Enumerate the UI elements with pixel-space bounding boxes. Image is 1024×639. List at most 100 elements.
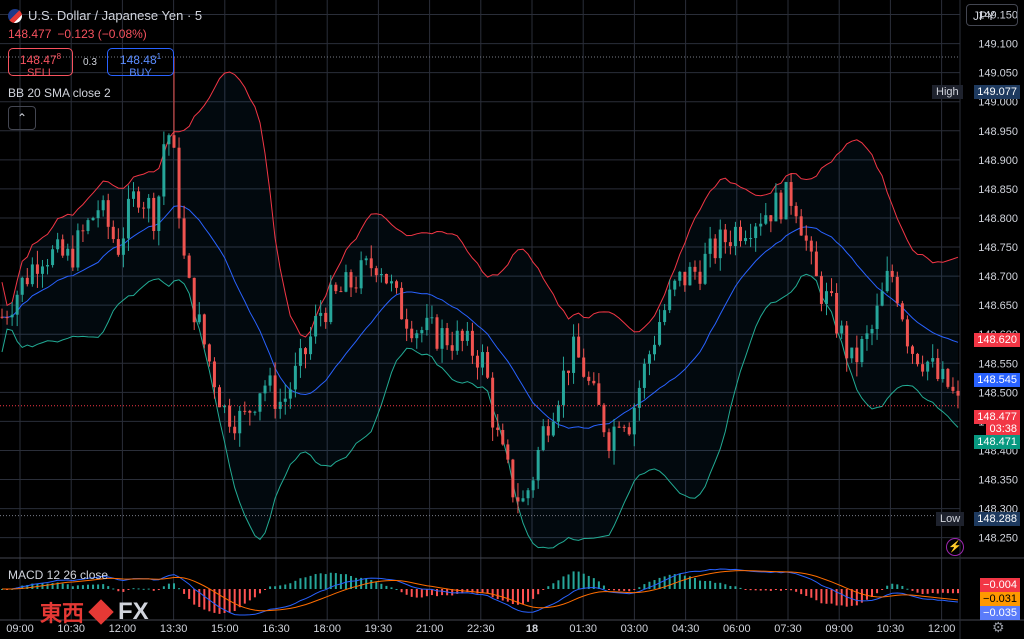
candle-body bbox=[738, 226, 742, 242]
candle-body bbox=[314, 315, 318, 337]
candle-body bbox=[607, 432, 611, 451]
candle-body bbox=[76, 230, 80, 268]
y-tick-label: 148.500 bbox=[978, 387, 1018, 399]
candle-body bbox=[895, 276, 899, 304]
macd-hist-bar bbox=[881, 589, 884, 590]
candle-body bbox=[415, 333, 419, 339]
macd-hist-bar bbox=[167, 583, 170, 589]
candle-body bbox=[860, 338, 864, 363]
candle-body bbox=[25, 277, 29, 285]
macd-hist-bar bbox=[744, 589, 747, 590]
candle-body bbox=[663, 310, 667, 323]
macd-hist-bar bbox=[405, 589, 408, 595]
candle-body bbox=[718, 229, 722, 259]
macd-hist-bar bbox=[820, 589, 823, 604]
sell-button[interactable]: 148.478 SELL bbox=[8, 48, 73, 79]
candle-body bbox=[931, 358, 935, 362]
macd-hist-bar bbox=[506, 589, 509, 602]
candle-body bbox=[405, 319, 409, 329]
macd-hist-bar bbox=[810, 589, 813, 598]
gear-icon[interactable]: ⚙ bbox=[992, 619, 1005, 636]
symbol-header: U.S. Dollar / Japanese Yen · 5 bbox=[8, 8, 202, 23]
candle-body bbox=[142, 207, 146, 209]
candle-body bbox=[688, 266, 692, 286]
candle-body bbox=[258, 393, 262, 412]
y-tick-label: 148.350 bbox=[978, 475, 1018, 487]
candle-body bbox=[683, 271, 687, 286]
candle-body bbox=[111, 226, 115, 240]
macd-hist-bar bbox=[683, 575, 686, 589]
macd-hist-bar bbox=[491, 589, 494, 598]
macd-hist-bar bbox=[107, 586, 110, 589]
candle-body bbox=[880, 291, 884, 306]
candle-body bbox=[40, 266, 44, 274]
candle-body bbox=[551, 421, 555, 436]
candle-body bbox=[410, 328, 414, 339]
candle-body bbox=[577, 336, 581, 358]
candle-body bbox=[668, 289, 672, 311]
x-tick-label: 15:00 bbox=[211, 623, 239, 635]
candle-body bbox=[400, 287, 404, 320]
candle-body bbox=[632, 407, 636, 435]
macd-hist-bar bbox=[511, 589, 514, 605]
buy-label: BUY bbox=[129, 67, 152, 79]
macd-hist-bar bbox=[162, 586, 165, 589]
chevron-up-icon[interactable]: ⌃ bbox=[8, 106, 36, 130]
currency-selector[interactable]: JPY bbox=[966, 4, 1018, 26]
candle-body bbox=[324, 312, 328, 323]
x-tick-label: 10:30 bbox=[877, 623, 905, 635]
sell-label: SELL bbox=[27, 67, 54, 79]
candle-body bbox=[698, 271, 702, 284]
candle-body bbox=[749, 238, 753, 240]
candle-body bbox=[799, 216, 803, 236]
bolt-icon[interactable]: ⚡ bbox=[946, 538, 964, 556]
candle-body bbox=[420, 330, 424, 334]
candle-body bbox=[774, 192, 778, 222]
symbol-title: U.S. Dollar / Japanese Yen · 5 bbox=[28, 8, 203, 23]
macd-hist-bar bbox=[916, 589, 919, 593]
candle-body bbox=[455, 330, 459, 351]
macd-hist-bar bbox=[76, 585, 79, 589]
macd-hist-bar bbox=[628, 589, 631, 592]
macd-hist-bar bbox=[294, 580, 297, 589]
candle-body bbox=[96, 210, 100, 219]
macd-hist-bar bbox=[309, 575, 312, 589]
candle-body bbox=[921, 364, 925, 372]
bb-indicator-label[interactable]: BB 20 SMA close 2 bbox=[8, 86, 111, 100]
candle-body bbox=[86, 220, 90, 231]
macd-indicator-label[interactable]: MACD 12 26 close bbox=[8, 568, 108, 582]
candle-body bbox=[56, 239, 60, 250]
candle-body bbox=[440, 328, 444, 349]
x-tick-label: 18 bbox=[526, 623, 538, 635]
candle-body bbox=[450, 345, 454, 351]
macd-hist-bar bbox=[410, 589, 413, 597]
macd-hist-bar bbox=[258, 589, 261, 594]
candle-body bbox=[486, 352, 490, 378]
candle-body bbox=[268, 375, 272, 386]
candle-body bbox=[567, 370, 571, 373]
macd-hist-bar bbox=[253, 589, 256, 598]
x-tick-label: 21:00 bbox=[416, 623, 444, 635]
candle-body bbox=[819, 276, 823, 304]
x-tick-label: 13:30 bbox=[160, 623, 188, 635]
macd-hist-bar bbox=[314, 574, 317, 589]
candle-body bbox=[870, 329, 874, 334]
macd-hist-bar bbox=[754, 589, 757, 591]
candle-body bbox=[541, 426, 545, 450]
macd-hist-bar bbox=[709, 580, 712, 589]
candle-body bbox=[389, 281, 393, 284]
macd-hist-bar bbox=[693, 578, 696, 589]
y-tick-label: 148.950 bbox=[978, 126, 1018, 138]
candle-body bbox=[334, 284, 338, 292]
chart-canvas[interactable]: 149.150149.100149.050149.000148.950148.9… bbox=[0, 0, 1024, 639]
candle-body bbox=[865, 333, 869, 339]
candle-body bbox=[597, 383, 601, 405]
macd-hist-bar bbox=[299, 578, 302, 589]
macd-hist-bar bbox=[142, 588, 145, 590]
candle-body bbox=[344, 272, 348, 292]
macd-hist-bar bbox=[774, 589, 777, 590]
candle-body bbox=[329, 284, 333, 323]
candle-body bbox=[116, 239, 120, 255]
candle-body bbox=[253, 411, 257, 413]
buy-button[interactable]: 148.481 BUY bbox=[107, 48, 174, 79]
